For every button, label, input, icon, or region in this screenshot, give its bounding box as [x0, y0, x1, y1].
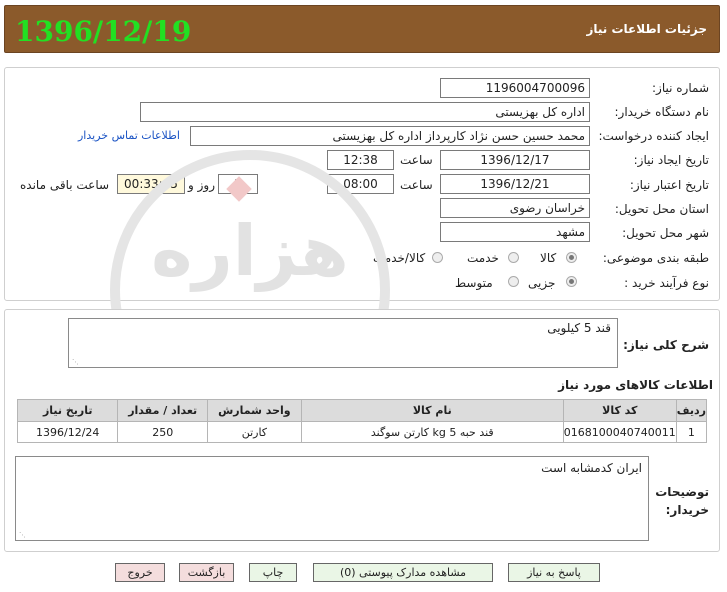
- buyer-contact-link[interactable]: اطلاعات تماس خریدار: [78, 129, 180, 142]
- col-row: ردیف: [675, 399, 708, 422]
- city-field[interactable]: مشهد: [440, 222, 590, 242]
- purchase-option-minor: جزیی: [528, 276, 556, 290]
- print-button[interactable]: چاپ: [249, 563, 297, 582]
- items-table-header: ردیف کد کالا نام کالا واحد شمارش تعداد /…: [16, 399, 708, 422]
- category-label: طبقه بندی موضوعی:: [602, 251, 709, 265]
- buyer-org-field[interactable]: اداره کل بهزیستی: [140, 102, 590, 122]
- province-field[interactable]: خراسان رضوی: [440, 198, 590, 218]
- table-row: 1 0168100040740011 قند حبه 5 kg کارتن سو…: [16, 421, 708, 443]
- validity-time-label: ساعت: [400, 178, 433, 192]
- need-number-label: شماره نیاز:: [652, 81, 709, 95]
- purchase-radio-minor[interactable]: [566, 276, 577, 287]
- buyer-notes-label: توضیحات خریدار:: [655, 485, 709, 517]
- exit-button[interactable]: خروج: [115, 563, 165, 582]
- category-radio-service[interactable]: [508, 252, 519, 263]
- create-date-label: تاریخ ایجاد نیاز:: [633, 153, 709, 167]
- need-number-field[interactable]: 1196004700096: [440, 78, 590, 98]
- item-quantity: 250: [117, 421, 208, 443]
- items-table: ردیف کد کالا نام کالا واحد شمارش تعداد /…: [16, 399, 708, 443]
- category-radio-goods[interactable]: [566, 252, 577, 263]
- days-remaining-field: 2: [218, 174, 258, 194]
- days-label: روز و: [188, 178, 215, 192]
- category-option-service: خدمت: [467, 251, 499, 265]
- description-textarea[interactable]: قند 5 کیلویی ⋰: [68, 318, 618, 368]
- col-unit: واحد شمارش: [206, 399, 302, 422]
- purchase-type-label: نوع فرآیند خرید :: [624, 276, 709, 290]
- col-name: نام کالا: [300, 399, 564, 422]
- category-option-goods-service: کالا/خدمت: [373, 251, 426, 265]
- create-time-field[interactable]: 12:38: [327, 150, 394, 170]
- remaining-time-label: ساعت باقی مانده: [20, 178, 110, 192]
- city-label: شهر محل تحویل:: [622, 226, 709, 240]
- validity-date-field[interactable]: 1396/12/21: [440, 174, 590, 194]
- requester-field[interactable]: محمد حسین حسن نژاد کارپرداز اداره کل بهز…: [190, 126, 590, 146]
- reply-button[interactable]: پاسخ به نیاز: [508, 563, 600, 582]
- purchase-option-medium: متوسط: [455, 276, 493, 290]
- row-number: 1: [675, 421, 708, 443]
- col-code: کد کالا: [562, 399, 677, 422]
- purchase-radio-medium[interactable]: [508, 276, 519, 287]
- item-unit: کارتن: [206, 421, 302, 443]
- validity-date-label: تاریخ اعتبار نیاز:: [629, 178, 709, 192]
- back-button[interactable]: بازگشت: [179, 563, 234, 582]
- page-title: جزئیات اطلاعات نیاز: [586, 22, 707, 36]
- remaining-time-field: 00:33:05: [117, 174, 185, 194]
- items-section-title: اطلاعات کالاهای مورد نیاز: [558, 378, 713, 392]
- buyer-notes-textarea[interactable]: ایران کدمشابه است ⋰: [15, 456, 649, 541]
- province-label: استان محل تحویل:: [614, 202, 709, 216]
- category-option-goods: کالا: [540, 251, 557, 265]
- buyer-org-label: نام دستگاه خریدار:: [614, 105, 710, 119]
- resize-grip-icon[interactable]: ⋰: [19, 531, 26, 539]
- requester-label: ایجاد کننده درخواست:: [598, 129, 709, 143]
- create-time-label: ساعت: [400, 153, 433, 167]
- view-attachments-button[interactable]: مشاهده مدارک پیوستی (0): [313, 563, 493, 582]
- col-need-date: تاریخ نیاز: [16, 399, 119, 422]
- page-header: 1396/12/19 جزئیات اطلاعات نیاز: [4, 5, 720, 53]
- item-name: قند حبه 5 kg کارتن سوگند: [300, 421, 564, 443]
- category-radio-goods-service[interactable]: [432, 252, 443, 263]
- create-date-field[interactable]: 1396/12/17: [440, 150, 590, 170]
- item-need-date: 1396/12/24: [16, 421, 119, 443]
- description-label: شرح کلی نیاز:: [623, 338, 709, 352]
- header-date: 1396/12/19: [15, 15, 192, 48]
- validity-time-field[interactable]: 08:00: [327, 174, 394, 194]
- resize-grip-icon[interactable]: ⋰: [72, 358, 79, 366]
- item-code: 0168100040740011: [562, 421, 677, 443]
- col-quantity: تعداد / مقدار: [117, 399, 208, 422]
